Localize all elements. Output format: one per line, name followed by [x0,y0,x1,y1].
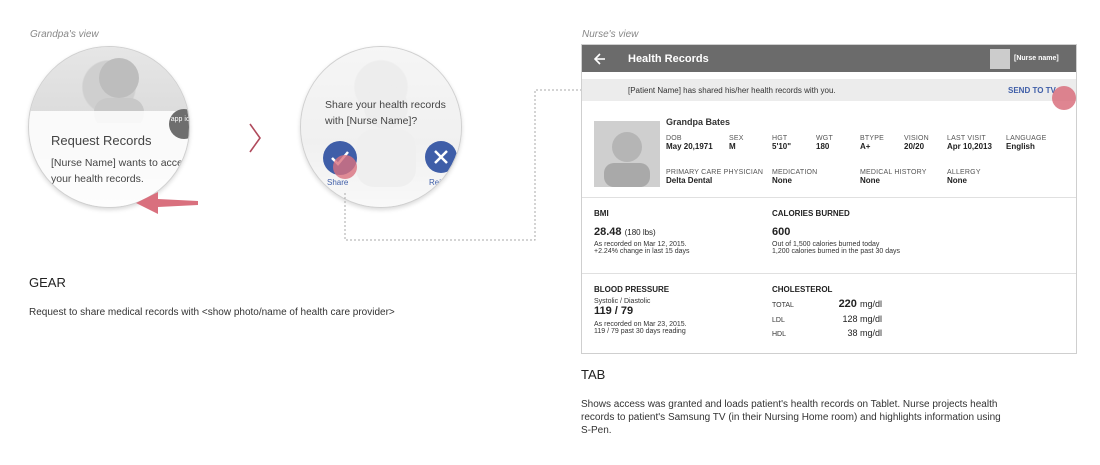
divider [582,197,1076,198]
bmi-unit: (180 lbs) [624,228,656,237]
patient-field: HGT 5'10" [772,135,792,151]
bp-line1: As recorded on Mar 23, 2015. [594,321,687,328]
app-header: Health Records [Nurse name] [582,45,1076,72]
watch-request-screen: app icon Request Records [Nurse Name] wa… [28,46,190,208]
banner-text: [Patient Name] has shared his/her health… [628,86,836,95]
cholesterol-row: HDL 38 mg/dl [772,328,882,338]
page-dot [124,207,131,208]
patient-field: ALLERGY None [947,169,981,185]
patient-field: LANGUAGE English [1006,135,1047,151]
cholesterol-title: CHOLESTEROL [772,285,833,294]
spen-highlight [1052,86,1076,110]
bp-line2: 119 / 79 past 30 days reading [594,328,686,335]
tab-description: Shows access was granted and loads patie… [581,399,1001,436]
patient-field: VISION 20/20 [904,135,929,151]
connector-line [344,89,582,241]
gear-caption: Grandpa's view [30,29,99,40]
request-message: [Nurse Name] wants to access your health… [51,157,190,185]
tab-caption: Nurse's view [582,29,639,40]
swipe-left-icon [136,192,198,214]
patient-field: WGT 180 [816,135,833,151]
chevron-right-icon [249,123,261,153]
cholesterol-row: LDL 128 mg/dl [772,314,882,324]
bmi-line1: As recorded on Mar 12, 2015. [594,241,687,248]
back-arrow-icon[interactable] [594,53,606,65]
cholesterol-row: TOTAL 220 mg/dl [772,298,882,310]
patient-field: BTYPE A+ [860,135,884,151]
calories-card: CALORIES BURNED 600 Out of 1,500 calorie… [772,209,900,255]
bmi-line2: +2.24% change in last 15 days [594,248,690,255]
share-banner: [Patient Name] has shared his/her health… [582,79,1076,101]
divider [582,273,1076,274]
gear-description: Request to share medical records with <s… [29,307,395,318]
cholesterol-card: CHOLESTEROL TOTAL 220 mg/dl LDL 128 mg/dl … [772,285,882,342]
header-title: Health Records [628,53,709,65]
bp-value: 119 / 79 [594,305,634,317]
send-to-tv-button[interactable]: SEND TO TV [1008,86,1056,95]
calories-value: 600 [772,226,791,238]
bp-title: BLOOD PRESSURE [594,285,670,294]
patient-field: PRIMARY CARE PHYSICIAN Delta Dental [666,169,764,185]
patient-field: LAST VISIT Apr 10,2013 [947,135,992,151]
tablet-screen: Health Records [Nurse name] [Patient Nam… [581,44,1077,354]
calories-line1: Out of 1,500 calories burned today [772,241,880,248]
patient-photo [594,121,660,187]
calories-title: CALORIES BURNED [772,209,850,218]
patient-field: MEDICATION None [772,169,818,185]
nurse-name: [Nurse name] [1014,55,1059,62]
request-title: Request Records [51,133,152,148]
patient-field: DOB May 20,1971 [666,135,713,151]
bmi-value: 28.48 [594,226,622,238]
calories-line2: 1,200 calories burned in the past 30 day… [772,248,901,255]
bmi-card: BMI 28.48 (180 lbs) As recorded on Mar 1… [594,209,690,255]
bp-sublabel: Systolic / Diastolic [594,298,651,305]
nurse-avatar [990,49,1010,69]
blood-pressure-card: BLOOD PRESSURE Systolic / Diastolic 119 … [594,285,687,335]
patient-name: Grandpa Bates [666,117,731,127]
page-dot-active [112,207,119,208]
gear-section-title: GEAR [29,275,66,290]
patient-field: MEDICAL HISTORY None [860,169,927,185]
bmi-title: BMI [594,209,609,218]
tab-section-title: TAB [581,367,606,382]
patient-field: SEX M [729,135,744,151]
